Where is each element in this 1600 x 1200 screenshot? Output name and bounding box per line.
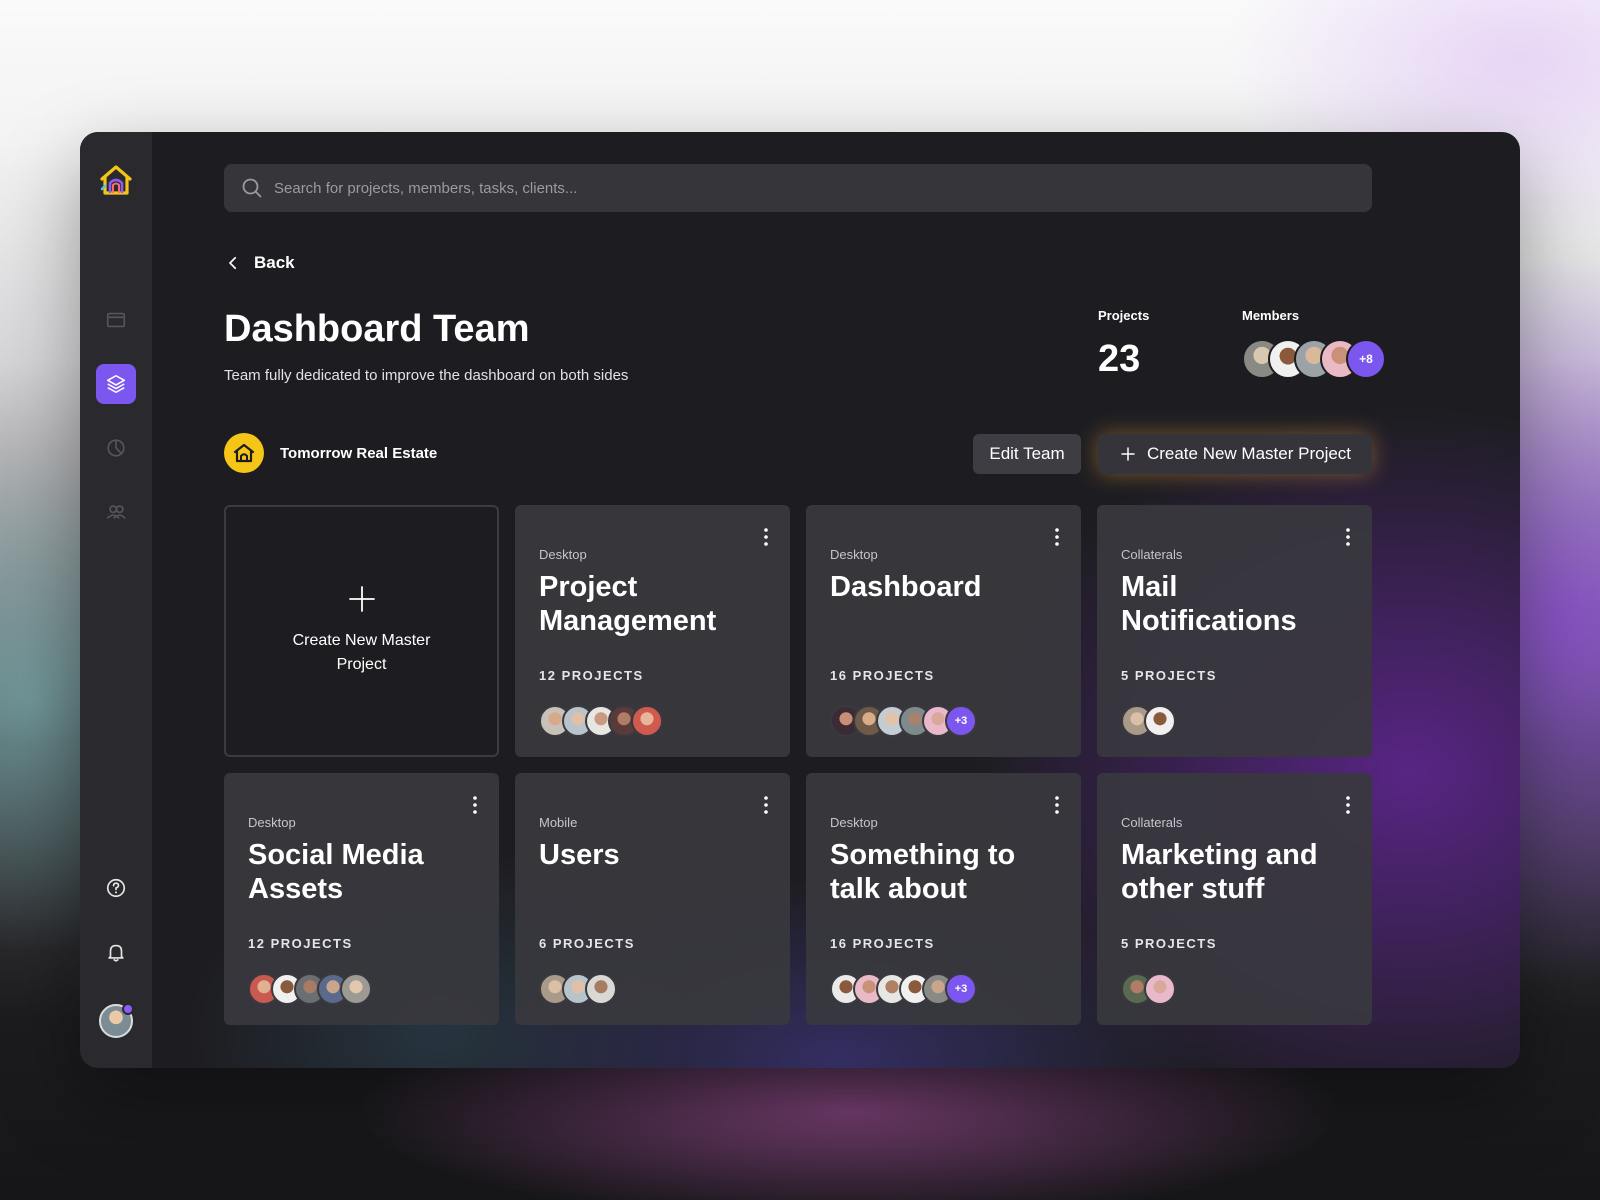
- card-avatars: +3: [830, 973, 1057, 1005]
- card-title: Marketing and other stuff: [1121, 839, 1318, 905]
- page-subtitle: Team fully dedicated to improve the dash…: [224, 367, 629, 384]
- card-project-count: 12 PROJECTS: [539, 668, 644, 683]
- avatar: [631, 705, 663, 737]
- members-label: Members: [1242, 308, 1300, 323]
- project-card[interactable]: Collaterals Mail Notifications 5 PROJECT…: [1097, 505, 1372, 757]
- nav-chart-button[interactable]: [96, 428, 136, 468]
- card-project-count: 16 PROJECTS: [830, 668, 935, 683]
- avatars-more-badge: +3: [945, 973, 977, 1005]
- card-title: Social Media Assets: [248, 839, 424, 905]
- more-vertical-icon[interactable]: [756, 793, 776, 817]
- window-icon: [106, 312, 126, 328]
- create-project-card[interactable]: Create New Master Project: [224, 505, 499, 757]
- create-master-project-button[interactable]: Create New Master Project: [1098, 434, 1372, 474]
- create-master-project-label: Create New Master Project: [1146, 444, 1352, 463]
- page-title: Dashboard Team: [224, 308, 530, 350]
- project-card[interactable]: Desktop Social Media Assets 12 PROJECTS: [224, 773, 499, 1025]
- project-card[interactable]: Collaterals Marketing and other stuff 5 …: [1097, 773, 1372, 1025]
- card-category: Desktop: [539, 547, 587, 562]
- more-vertical-icon[interactable]: [1338, 525, 1358, 549]
- plus-icon: [1121, 447, 1135, 461]
- users-icon: [106, 505, 126, 520]
- avatar: [585, 973, 617, 1005]
- avatar: [1144, 973, 1176, 1005]
- pie-chart-icon: [107, 439, 125, 457]
- card-project-count: 12 PROJECTS: [248, 936, 353, 951]
- plus-icon: [348, 586, 375, 612]
- search-icon: [242, 178, 262, 198]
- company: Tomorrow Real Estate: [224, 433, 437, 473]
- card-avatars: [539, 973, 766, 1005]
- back-label: Back: [254, 253, 295, 272]
- card-category: Mobile: [539, 815, 578, 830]
- company-name: Tomorrow Real Estate: [280, 444, 438, 462]
- card-avatars: [1121, 973, 1348, 1005]
- app-window: Back Dashboard Team Team fully dedicated…: [80, 132, 1520, 1068]
- home-logo-icon[interactable]: [98, 162, 134, 198]
- card-title: Project Management: [539, 571, 717, 637]
- help-button[interactable]: [96, 868, 136, 908]
- more-vertical-icon[interactable]: [1047, 525, 1067, 549]
- create-project-label: Create New Master Project: [292, 632, 431, 673]
- chevron-left-icon: [229, 256, 237, 270]
- projects-count: 23: [1098, 338, 1141, 380]
- avatars-more-badge: +3: [945, 705, 977, 737]
- project-card[interactable]: Desktop Project Management 12 PROJECTS: [515, 505, 790, 757]
- more-vertical-icon[interactable]: [465, 793, 485, 817]
- notifications-button[interactable]: [96, 932, 136, 972]
- card-avatars: [1121, 705, 1348, 737]
- project-card[interactable]: Desktop Something to talk about 16 PROJE…: [806, 773, 1081, 1025]
- nav-window-button[interactable]: [96, 300, 136, 340]
- card-project-count: 5 PROJECTS: [1121, 668, 1217, 683]
- search-input[interactable]: [274, 179, 1274, 197]
- card-title: Something to talk about: [830, 839, 1016, 905]
- card-project-count: 16 PROJECTS: [830, 936, 935, 951]
- projects-label: Projects: [1098, 308, 1150, 323]
- nav-layers-button[interactable]: [96, 364, 136, 404]
- card-project-count: 5 PROJECTS: [1121, 936, 1217, 951]
- card-category: Collaterals: [1121, 547, 1183, 562]
- user-avatar[interactable]: [99, 1003, 134, 1038]
- card-title: Users: [539, 839, 620, 871]
- members-more-badge: +8: [1346, 339, 1386, 379]
- card-project-count: 6 PROJECTS: [539, 936, 635, 951]
- card-title: Mail Notifications: [1121, 571, 1297, 637]
- search-bar[interactable]: [224, 164, 1372, 212]
- avatar: [340, 973, 372, 1005]
- card-avatars: [539, 705, 766, 737]
- members-avatars[interactable]: +8: [1242, 339, 1386, 379]
- layers-icon: [106, 374, 126, 394]
- card-category: Collaterals: [1121, 815, 1183, 830]
- card-category: Desktop: [830, 815, 878, 830]
- edit-team-button[interactable]: Edit Team: [973, 434, 1081, 474]
- card-avatars: [248, 973, 475, 1005]
- more-vertical-icon[interactable]: [1338, 793, 1358, 817]
- card-avatars: +3: [830, 705, 1057, 737]
- bell-icon: [108, 944, 124, 962]
- notification-dot: [122, 1003, 134, 1015]
- company-logo-icon: [224, 433, 264, 473]
- back-link[interactable]: Back: [224, 253, 295, 273]
- card-title: Dashboard: [830, 571, 982, 603]
- help-icon: [106, 878, 126, 898]
- sidebar: [80, 132, 152, 1068]
- projects-grid: Create New Master Project Desktop Projec…: [224, 505, 1372, 1025]
- more-vertical-icon[interactable]: [756, 525, 776, 549]
- project-card[interactable]: Mobile Users 6 PROJECTS: [515, 773, 790, 1025]
- project-card[interactable]: Desktop Dashboard 16 PROJECTS +3: [806, 505, 1081, 757]
- card-category: Desktop: [248, 815, 296, 830]
- avatar: [1144, 705, 1176, 737]
- card-category: Desktop: [830, 547, 878, 562]
- nav-users-button[interactable]: [96, 492, 136, 532]
- more-vertical-icon[interactable]: [1047, 793, 1067, 817]
